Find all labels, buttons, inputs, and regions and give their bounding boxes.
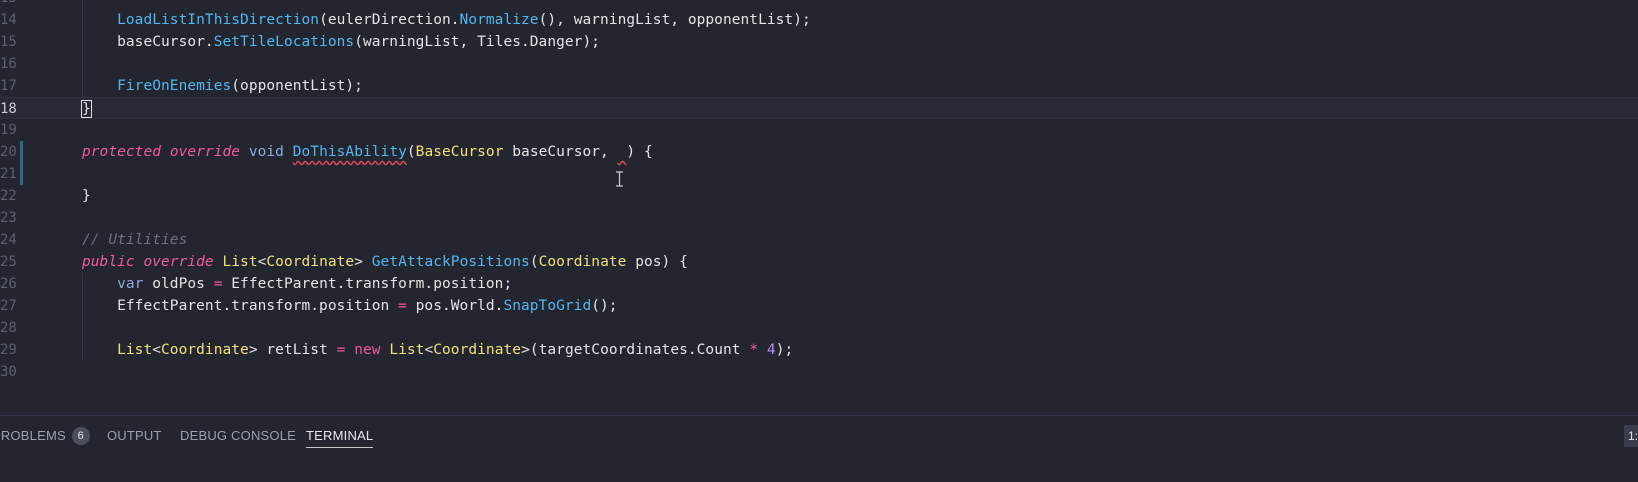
code-line[interactable]: 14 LoadListInThisDirection(eulerDirectio… [0, 9, 1638, 31]
bottom-panel: PROBLEMS6 OUTPUT DEBUG CONSOLE TERMINAL … [0, 415, 1638, 482]
code-text: } [81, 100, 92, 118]
problems-count-badge: 6 [71, 427, 90, 445]
line-number: 20 [0, 144, 17, 160]
line-number: 23 [0, 210, 17, 226]
line-number: 14 [0, 12, 17, 28]
tab-output[interactable]: OUTPUT [107, 425, 162, 447]
code-text: FireOnEnemies(opponentList); [117, 78, 363, 94]
tab-problems-label: PROBLEMS [0, 428, 66, 443]
line-number: 16 [0, 56, 17, 72]
code-text: baseCursor.SetTileLocations(warningList,… [82, 34, 601, 50]
line-number: 19 [0, 122, 17, 138]
code-line[interactable]: 24 // Utilities [0, 229, 1638, 251]
panel-status-indicator[interactable]: 1: [1624, 425, 1638, 447]
line-number: 21 [0, 166, 17, 182]
line-number: 13 [0, 0, 17, 9]
code-line[interactable]: 13 [0, 0, 1638, 9]
code-editor[interactable]: 13 14 LoadListInThisDirection(eulerDirec… [0, 0, 1638, 415]
tab-terminal-label: TERMINAL [306, 428, 374, 443]
tab-terminal[interactable]: TERMINAL [306, 425, 374, 448]
line-number: 17 [0, 78, 17, 94]
line-number: 24 [0, 232, 17, 248]
code-line[interactable]: 15 baseCursor.SetTileLocations(warningLi… [0, 31, 1638, 53]
line-number: 26 [0, 276, 17, 292]
code-line[interactable]: 29 List<Coordinate> retList = new List<C… [0, 339, 1638, 361]
code-line[interactable]: 27 EffectParent.transform.position = pos… [0, 295, 1638, 317]
code-line[interactable]: 19 [0, 119, 1638, 141]
code-line[interactable]: 18} [0, 97, 1638, 119]
tab-debug-console-label: DEBUG CONSOLE [180, 428, 297, 443]
line-number: 22 [0, 188, 17, 204]
line-number: 28 [0, 320, 17, 336]
text-cursor-icon [616, 171, 623, 187]
code-line[interactable]: 21 [0, 163, 1638, 185]
indent-guide [82, 0, 83, 97]
code-text: } [82, 188, 91, 204]
tab-problems[interactable]: PROBLEMS 6 [0, 425, 90, 447]
code-text: var oldPos = EffectParent.transform.posi… [117, 276, 513, 292]
code-text: List<Coordinate> retList = new List<Coor… [117, 342, 794, 358]
code-line[interactable]: 26 var oldPos = EffectParent.transform.p… [0, 273, 1638, 295]
code-line[interactable]: 30 [0, 361, 1638, 383]
tab-output-label: OUTPUT [107, 428, 162, 443]
code-text: EffectParent.transform.position = pos.Wo… [82, 298, 618, 314]
code-text: // Utilities [82, 232, 188, 248]
line-number: 18 [0, 101, 17, 117]
code-text: protected override void DoThisAbility(Ba… [82, 144, 653, 160]
code-line[interactable]: 23 [0, 207, 1638, 229]
line-number: 27 [0, 298, 17, 314]
code-line[interactable]: 17 FireOnEnemies(opponentList); [0, 75, 1638, 97]
indent-guide [82, 273, 83, 361]
code-line[interactable]: 25 public override List<Coordinate> GetAt… [0, 251, 1638, 273]
modified-line-marker[interactable] [20, 141, 23, 163]
code-text: public override List<Coordinate> GetAtta… [82, 254, 688, 270]
line-number: 25 [0, 254, 17, 270]
line-number: 15 [0, 34, 17, 50]
tab-debug-console[interactable]: DEBUG CONSOLE [180, 425, 296, 447]
line-number: 30 [0, 364, 17, 380]
line-number: 29 [0, 342, 17, 358]
code-line[interactable]: 28 [0, 317, 1638, 339]
code-line[interactable]: 20 protected override void DoThisAbility(… [0, 141, 1638, 163]
modified-line-marker[interactable] [20, 163, 23, 185]
code-text: LoadListInThisDirection(eulerDirection.N… [117, 12, 811, 28]
code-line[interactable]: 16 [0, 53, 1638, 75]
code-line[interactable]: 22} [0, 185, 1638, 207]
